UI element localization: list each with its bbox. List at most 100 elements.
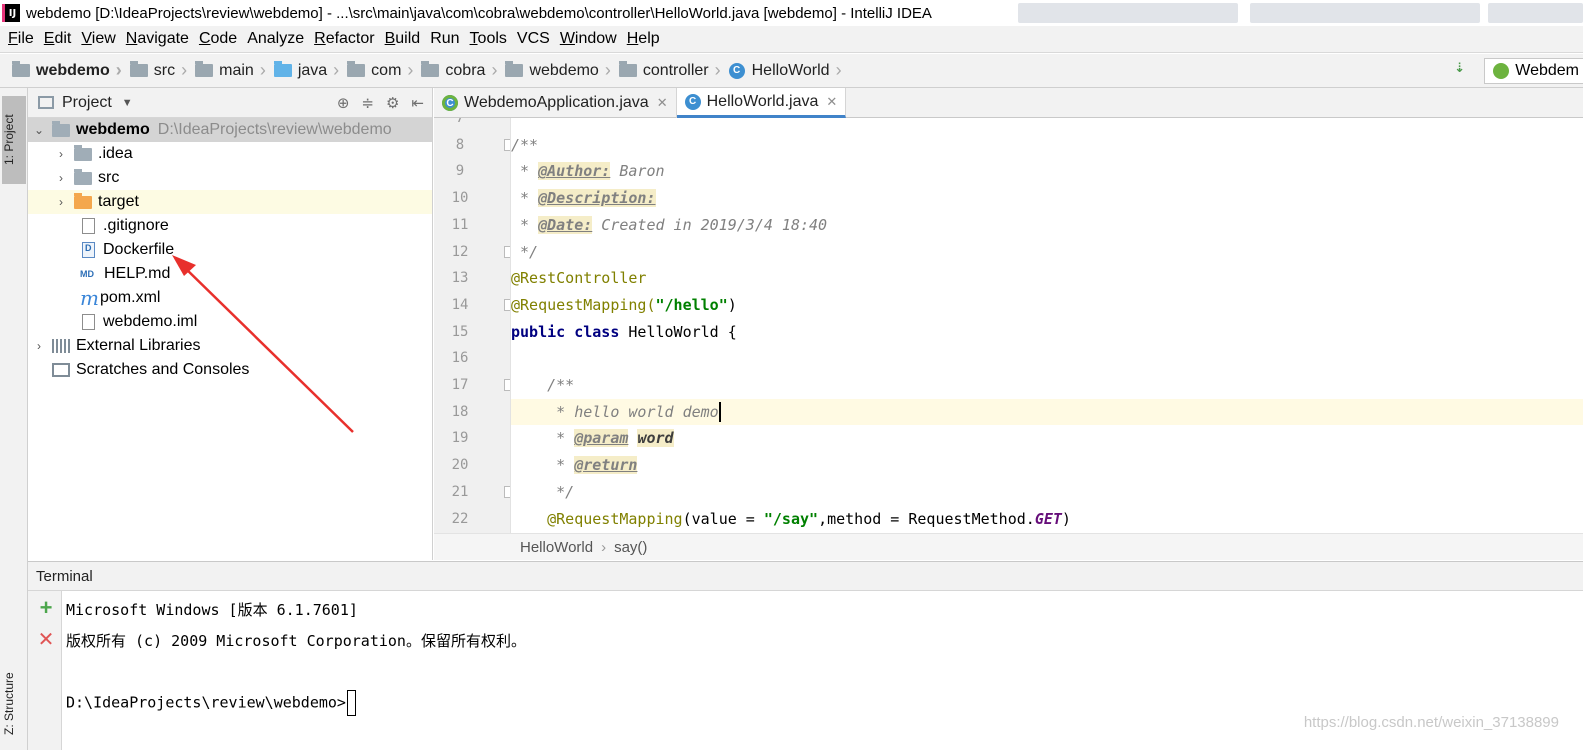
excluded-folder-icon [74, 192, 92, 209]
package-icon [421, 61, 440, 77]
code-line: */ [511, 482, 575, 501]
menu-view[interactable]: View [77, 30, 121, 48]
tab-webdemo-application[interactable]: C WebdemoApplication.java ✕ [434, 88, 677, 118]
library-icon [52, 339, 70, 353]
chevron-right-icon: › [835, 60, 842, 80]
structure-tool-button[interactable]: Z: Structure [2, 662, 26, 746]
crumb-src[interactable]: src › [129, 54, 195, 88]
menu-code[interactable]: Code [195, 30, 243, 48]
gear-icon[interactable]: ⚙ [386, 94, 399, 112]
tab-helloworld[interactable]: C HelloWorld.java ✕ [676, 88, 847, 118]
crumb-webdemo[interactable]: webdemo › [12, 54, 130, 88]
folder-icon [195, 61, 214, 77]
tree-item-pom[interactable]: m pom.xml [28, 286, 432, 310]
crumb-class[interactable]: HelloWorld [520, 539, 593, 556]
crumb-helloworld[interactable]: C HelloWorld › [728, 54, 850, 88]
tree-root-path: D:\IdeaProjects\review\webdemo [157, 121, 392, 138]
new-session-icon[interactable]: + [36, 595, 56, 621]
menu-build[interactable]: Build [381, 30, 427, 48]
run-configuration-select[interactable]: Webdem [1484, 58, 1583, 84]
code-line: */ [511, 242, 539, 261]
menu-analyze[interactable]: Analyze [243, 30, 310, 48]
menu-refactor[interactable]: Refactor [310, 30, 380, 48]
menu-edit[interactable]: Edit [40, 30, 78, 48]
chevron-right-icon[interactable]: › [54, 147, 68, 161]
tree-external-libraries[interactable]: › External Libraries [28, 334, 432, 358]
menu-window[interactable]: Window [556, 30, 623, 48]
close-icon[interactable]: ✕ [657, 95, 668, 111]
fold-icon[interactable] [504, 379, 510, 391]
collapse-all-icon[interactable]: ≑ [361, 94, 374, 112]
chevron-right-icon: › [714, 60, 721, 80]
code-line: /** [511, 376, 575, 394]
tree-item-src[interactable]: › src [28, 166, 432, 190]
watermark: https://blog.csdn.net/weixin_37138899 [1303, 714, 1559, 731]
tree-item-label: HELP.md [104, 265, 171, 282]
code-area[interactable]: /** * @Author: Baron * @Description: * @… [511, 118, 1583, 533]
text-caret [718, 402, 721, 423]
fold-icon[interactable] [504, 246, 510, 258]
editor-breadcrumbs: HelloWorld › say() [434, 533, 1583, 560]
tree-scratches[interactable]: Scratches and Consoles [28, 358, 432, 382]
menu-help[interactable]: Help [623, 30, 666, 48]
code-line: public class HelloWorld { [511, 322, 737, 341]
vcs-update-icon[interactable]: ⇣ [1454, 60, 1476, 82]
chevron-right-icon[interactable]: › [54, 171, 68, 185]
fold-icon[interactable] [504, 139, 510, 151]
chevron-right-icon[interactable]: › [54, 195, 68, 209]
crumb-main[interactable]: main › [195, 54, 274, 88]
chevron-down-icon[interactable]: ⌄ [32, 123, 46, 137]
left-tool-stripe: 1: Project Z: Structure [0, 88, 28, 750]
editor-tabs: C WebdemoApplication.java ✕ C HelloWorld… [434, 88, 1583, 118]
intellij-icon: IJ [2, 4, 20, 22]
editor-gutter: 7 8 9 10 11 12 13 14 15 16 17 18 19 20 2… [434, 118, 511, 533]
navigation-bar: webdemo › src › main › java › com › cobra › we… [0, 54, 1583, 88]
crumb-controller[interactable]: controller › [618, 54, 729, 88]
tree-root-webdemo[interactable]: ⌄ webdemo D:\IdeaProjects\review\webdemo [28, 118, 432, 142]
menu-navigate[interactable]: Navigate [122, 30, 195, 48]
crumb-method[interactable]: say() [614, 539, 647, 556]
hide-icon[interactable]: ⇤ [411, 94, 424, 112]
menu-file[interactable]: File [4, 30, 40, 48]
tree-root-label: webdemo [76, 121, 150, 138]
folder-icon [129, 61, 148, 77]
tree-item-label: src [98, 169, 120, 186]
tree-item-help-md[interactable]: MD HELP.md [28, 262, 432, 286]
chevron-right-icon: › [601, 538, 607, 556]
chevron-right-icon: › [259, 60, 266, 80]
tree-item-dockerfile[interactable]: Dockerfile [28, 238, 432, 262]
menu-vcs[interactable]: VCS [513, 30, 556, 48]
code-line-current: * hello world demo [511, 398, 1583, 426]
close-session-icon[interactable]: ✕ [36, 627, 56, 652]
menu-run[interactable]: Run [426, 30, 465, 48]
tree-item-idea[interactable]: › .idea [28, 142, 432, 166]
tree-item-target[interactable]: › target [28, 190, 432, 214]
code-line: @RequestMapping(value = "/say",method = … [511, 509, 1071, 528]
chevron-right-icon[interactable]: › [32, 339, 46, 353]
crumb-java[interactable]: java › [273, 54, 347, 88]
terminal-line: Microsoft Windows [版本 6.1.7601] [66, 601, 358, 619]
fold-icon[interactable] [504, 486, 510, 498]
chevron-right-icon: › [491, 60, 498, 80]
line-number: 19 [451, 430, 469, 447]
code-line: * @Author: Baron [511, 162, 665, 181]
tree-item-iml[interactable]: webdemo.iml [28, 310, 432, 334]
tab-label: HelloWorld.java [706, 92, 819, 110]
crumb-cobra[interactable]: cobra › [421, 54, 505, 88]
module-folder-icon [52, 120, 70, 137]
fold-icon[interactable] [504, 299, 510, 311]
close-icon[interactable]: ✕ [826, 94, 837, 110]
dropdown-icon[interactable]: ▼ [122, 97, 133, 109]
menu-tools[interactable]: Tools [466, 30, 513, 48]
project-tool-button[interactable]: 1: Project [2, 96, 26, 184]
locate-icon[interactable]: ⊕ [337, 94, 350, 112]
crumb-com[interactable]: com › [347, 54, 421, 88]
line-number: 11 [451, 216, 469, 233]
chevron-right-icon: › [181, 60, 188, 80]
tree-item-label: pom.xml [100, 289, 161, 306]
tree-item-gitignore[interactable]: .gitignore [28, 214, 432, 238]
crumb-webdemo-package[interactable]: webdemo › [505, 54, 618, 88]
project-view-select[interactable]: Project [62, 94, 112, 112]
line-number: 12 [451, 243, 469, 260]
line-number: 8 [455, 136, 465, 153]
